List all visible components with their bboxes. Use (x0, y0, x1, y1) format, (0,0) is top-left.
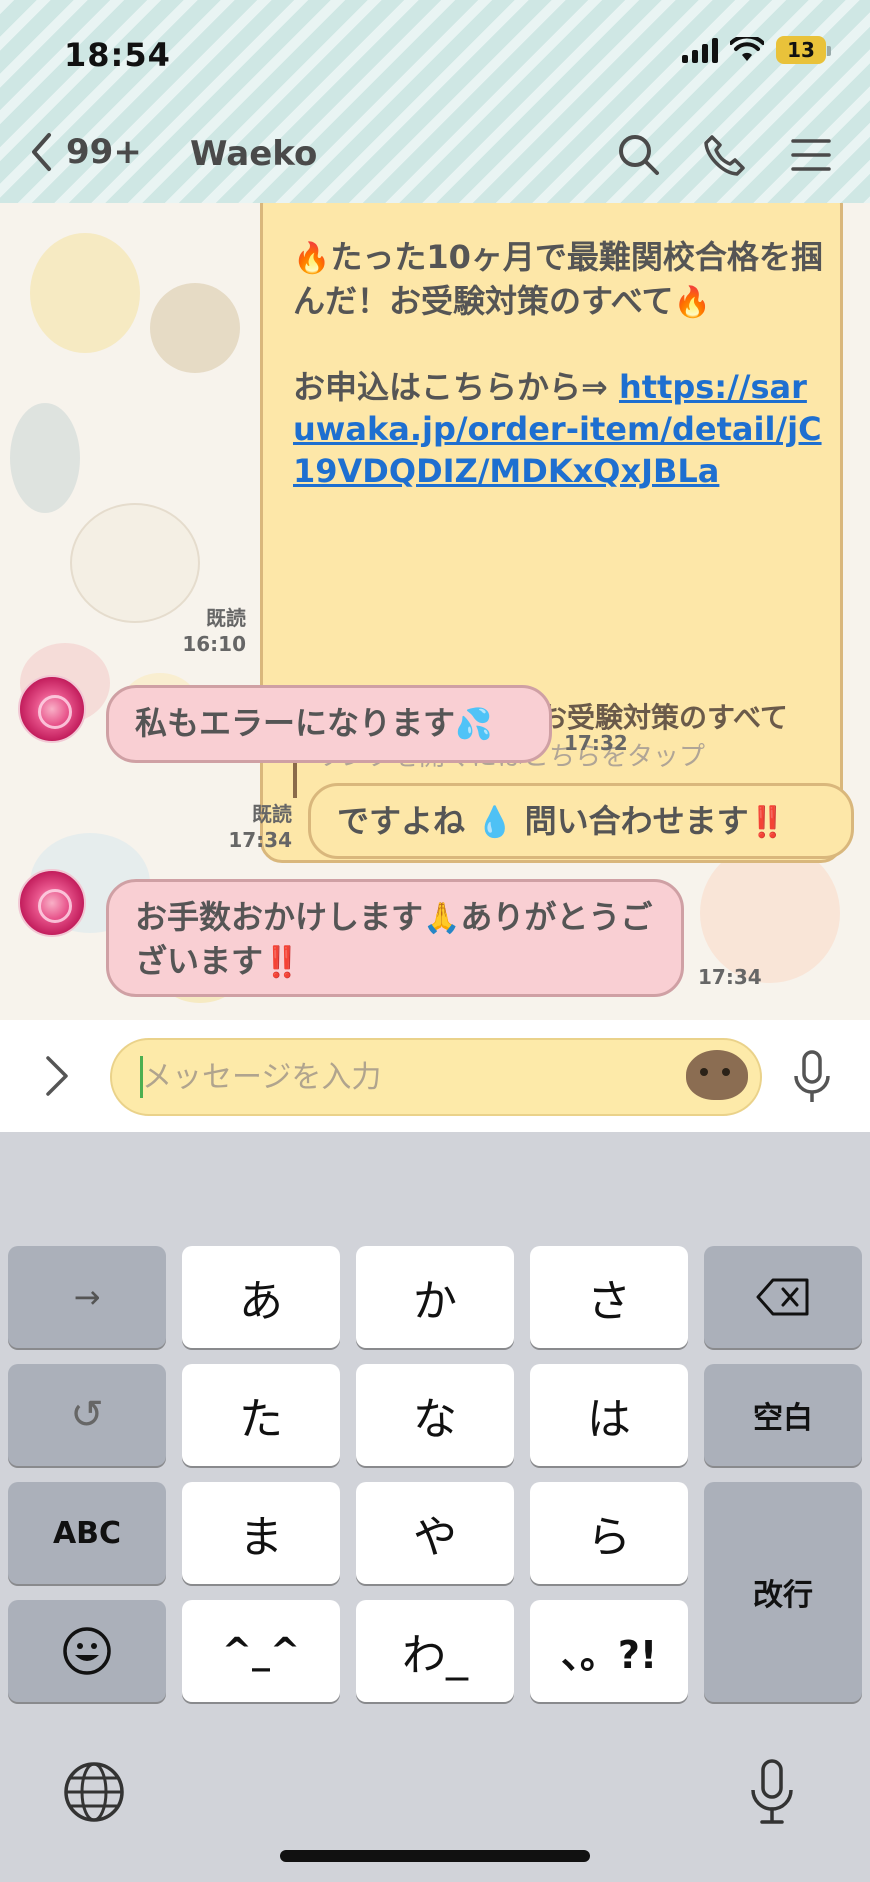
key-undo[interactable]: ↺ (8, 1364, 166, 1466)
smiley-face-icon (63, 1627, 111, 1675)
message-text: 問い合わせます (524, 802, 749, 840)
search-icon (619, 135, 659, 175)
outgoing-message-bubble[interactable]: 🔥たった10ヶ月で最難関校合格を掴んだ！お受験対策のすべて🔥 お申込はこちらから… (260, 203, 843, 863)
message-text: 🔥たった10ヶ月で最難関校合格を掴んだ！お受験対策のすべて🔥 お申込はこちらから… (293, 238, 823, 490)
microphone-icon (794, 1050, 830, 1102)
read-receipt: 既読 (252, 802, 292, 826)
message-time: 17:34 (228, 828, 292, 852)
key-enter[interactable]: 改行 (704, 1482, 862, 1702)
globe-icon (64, 1762, 124, 1822)
key-ma[interactable]: ま (182, 1482, 340, 1584)
background-character (150, 283, 240, 373)
message-text: 私もエラーになります (135, 704, 456, 742)
voice-input-button[interactable] (790, 1050, 834, 1106)
droplet-emoji: 💧 (476, 805, 514, 840)
incoming-message-bubble[interactable]: お手数おかけします🙏ありがとうございます‼️ (106, 879, 684, 997)
unread-count: 99+ (66, 132, 142, 172)
message-time: 17:32 (564, 731, 628, 755)
microphone-icon (751, 1759, 793, 1824)
key-ha[interactable]: は (530, 1364, 688, 1466)
message-meta: 既読 16:10 (180, 605, 246, 657)
key-face[interactable]: ^_^ (182, 1600, 340, 1702)
message-time: 16:10 (182, 632, 246, 656)
incoming-message-bubble[interactable]: 私もエラーになります💦 (106, 685, 552, 763)
message-meta: 既読 17:34 (226, 801, 292, 853)
home-indicator (280, 1850, 590, 1862)
message-input[interactable] (110, 1038, 762, 1116)
hamburger-menu-icon (791, 139, 831, 171)
double-exclamation-emoji: ‼️ (748, 805, 787, 840)
sticker-button[interactable] (686, 1050, 748, 1100)
status-icons: 13 (682, 36, 831, 64)
key-space[interactable]: 空白 (704, 1364, 862, 1466)
status-time: 18:54 (64, 36, 171, 74)
double-exclamation-emoji: ‼️ (263, 945, 301, 980)
message-text: ですよね (337, 802, 466, 840)
wifi-icon (730, 37, 764, 61)
message-time: 17:34 (698, 965, 762, 989)
key-abc[interactable]: ABC (8, 1482, 166, 1584)
read-receipt: 既読 (206, 606, 246, 630)
key-a[interactable]: あ (182, 1246, 340, 1348)
delete-backspace-icon (756, 1278, 809, 1316)
battery-icon: 13 (776, 36, 831, 64)
key-wa[interactable]: わ_ (356, 1600, 514, 1702)
chevron-right-icon (46, 1056, 68, 1096)
chat-header: 18:54 13 99+ Waeko (0, 0, 870, 203)
phone-icon (704, 135, 745, 176)
key-ta[interactable]: た (182, 1364, 340, 1466)
background-character (10, 403, 80, 513)
dictation-button[interactable] (748, 1758, 796, 1828)
cellular-signal-icon (682, 37, 718, 63)
background-character (700, 843, 840, 983)
nav-bar: 99+ Waeko (0, 128, 870, 188)
key-ka[interactable]: か (356, 1246, 514, 1348)
back-button[interactable]: 99+ (30, 132, 142, 172)
call-button[interactable] (702, 132, 748, 178)
key-sa[interactable]: さ (530, 1246, 688, 1348)
apply-text: お申込はこちらから⇒ (293, 368, 619, 406)
chevron-left-icon (32, 133, 51, 171)
globe-button[interactable] (62, 1760, 126, 1824)
fire-emoji: 🔥 (293, 241, 331, 276)
outgoing-message-bubble[interactable]: ですよね 💧 問い合わせます‼️ (308, 783, 854, 859)
message-text: お手数おかけします (135, 898, 424, 936)
chat-title: Waeko (190, 134, 318, 174)
key-emoji[interactable] (8, 1600, 166, 1702)
japanese-keyboard: → あ か さ ↺ た な は 空白 ABC ま や ら 改行 ^_^ わ_ 、… (0, 1132, 870, 1882)
menu-button[interactable] (788, 132, 834, 178)
folded-hands-emoji: 🙏 (423, 901, 461, 936)
sweat-drops-emoji: 💦 (455, 707, 493, 742)
contact-avatar[interactable] (18, 675, 86, 743)
background-character (30, 233, 140, 353)
key-delete[interactable] (704, 1246, 862, 1348)
expand-button[interactable] (36, 1054, 76, 1098)
key-ya[interactable]: や (356, 1482, 514, 1584)
key-punctuation[interactable]: 、。?! (530, 1600, 688, 1702)
message-input-bar (0, 1020, 870, 1132)
text-caret (140, 1056, 143, 1098)
key-next-arrow[interactable]: → (8, 1246, 166, 1348)
key-na[interactable]: な (356, 1364, 514, 1466)
nav-actions (616, 132, 834, 178)
key-ra[interactable]: ら (530, 1482, 688, 1584)
search-button[interactable] (616, 132, 662, 178)
contact-avatar[interactable] (18, 869, 86, 937)
fire-emoji: 🔥 (673, 285, 711, 320)
chat-area[interactable]: 🔥たった10ヶ月で最難関校合格を掴んだ！お受験対策のすべて🔥 お申込はこちらから… (0, 203, 870, 1020)
